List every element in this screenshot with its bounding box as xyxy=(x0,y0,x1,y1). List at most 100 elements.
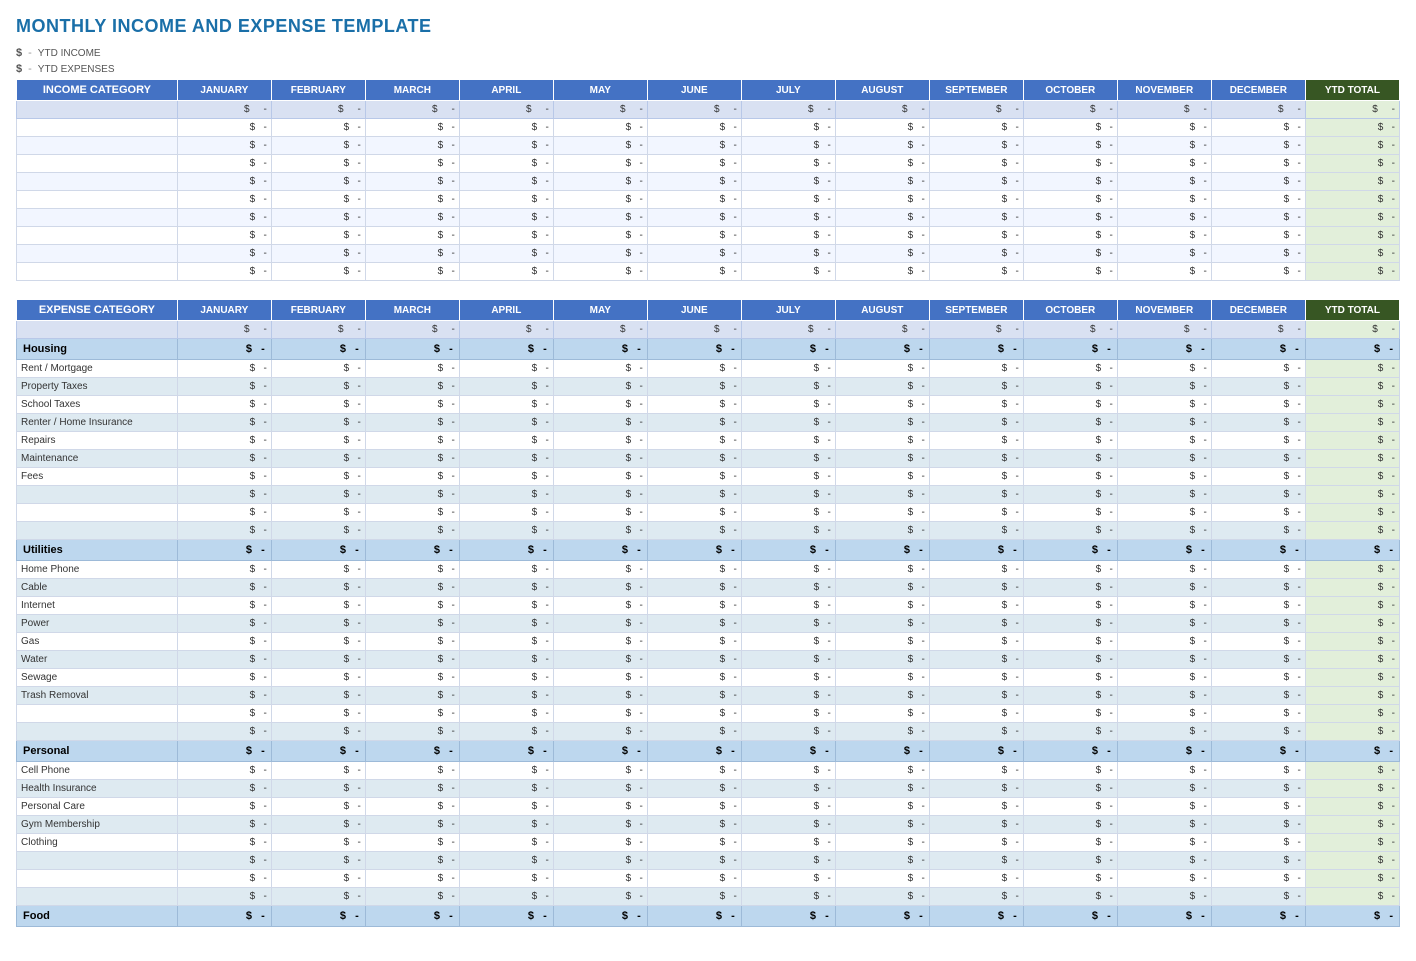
income-val-cell[interactable]: $ - xyxy=(1211,263,1305,281)
expense-cat-cell[interactable]: Clothing xyxy=(17,834,178,852)
expense-ytd-cell[interactable]: $ - xyxy=(1305,816,1399,834)
expense-val-cell[interactable]: $ - xyxy=(1117,705,1211,723)
expense-val-cell[interactable]: $ - xyxy=(929,852,1023,870)
expense-val-cell[interactable]: $ - xyxy=(1211,561,1305,579)
expense-val-cell[interactable]: $ - xyxy=(553,615,647,633)
expense-val-cell[interactable]: $ - xyxy=(741,561,835,579)
expense-val-cell[interactable]: $ - xyxy=(1117,414,1211,432)
expense-val-cell[interactable]: $ - xyxy=(365,705,459,723)
income-val-cell[interactable]: $ - xyxy=(741,191,835,209)
expense-val-cell[interactable]: $ - xyxy=(741,798,835,816)
expense-val-cell[interactable]: $ - xyxy=(553,360,647,378)
expense-ytd-cell[interactable]: $ - xyxy=(1305,561,1399,579)
expense-val-cell[interactable]: $ - xyxy=(271,615,365,633)
income-val-cell[interactable]: $ - xyxy=(1023,137,1117,155)
expense-val-cell[interactable]: $ - xyxy=(553,378,647,396)
income-val-cell[interactable]: $ - xyxy=(1211,227,1305,245)
expense-val-cell[interactable]: $ - xyxy=(177,870,271,888)
expense-val-cell[interactable]: $ - xyxy=(271,597,365,615)
income-val-cell[interactable]: $ - xyxy=(647,155,741,173)
expense-val-cell[interactable]: $ - xyxy=(553,687,647,705)
income-val-cell[interactable]: $ - xyxy=(271,155,365,173)
income-val-cell[interactable]: $ - xyxy=(365,191,459,209)
income-val-cell[interactable]: $ - xyxy=(647,191,741,209)
expense-val-cell[interactable]: $ - xyxy=(365,378,459,396)
expense-val-cell[interactable]: $ - xyxy=(459,888,553,906)
income-val-cell[interactable]: $ - xyxy=(741,155,835,173)
expense-val-cell[interactable]: $ - xyxy=(929,378,1023,396)
expense-val-cell[interactable]: $ - xyxy=(365,396,459,414)
expense-val-cell[interactable]: $ - xyxy=(929,723,1023,741)
expense-val-cell[interactable]: $ - xyxy=(929,468,1023,486)
expense-val-cell[interactable]: $ - xyxy=(741,834,835,852)
income-val-cell[interactable]: $ - xyxy=(647,137,741,155)
expense-val-cell[interactable]: $ - xyxy=(835,522,929,540)
income-val-cell[interactable]: $ - xyxy=(459,155,553,173)
income-val-cell[interactable]: $ - xyxy=(835,119,929,137)
expense-cat-cell[interactable] xyxy=(17,852,178,870)
income-val-cell[interactable]: $ - xyxy=(271,263,365,281)
expense-val-cell[interactable]: $ - xyxy=(553,432,647,450)
expense-val-cell[interactable]: $ - xyxy=(553,780,647,798)
income-val-cell[interactable]: $ - xyxy=(271,119,365,137)
expense-val-cell[interactable]: $ - xyxy=(459,504,553,522)
expense-val-cell[interactable]: $ - xyxy=(177,486,271,504)
expense-ytd-cell[interactable]: $ - xyxy=(1305,780,1399,798)
expense-val-cell[interactable]: $ - xyxy=(647,834,741,852)
expense-val-cell[interactable]: $ - xyxy=(459,798,553,816)
income-val-cell[interactable]: $ - xyxy=(929,119,1023,137)
expense-cat-cell[interactable]: Cable xyxy=(17,579,178,597)
expense-val-cell[interactable]: $ - xyxy=(271,780,365,798)
expense-val-cell[interactable]: $ - xyxy=(835,579,929,597)
expense-val-cell[interactable]: $ - xyxy=(647,486,741,504)
income-val-cell[interactable]: $ - xyxy=(1117,173,1211,191)
expense-val-cell[interactable]: $ - xyxy=(1023,561,1117,579)
expense-val-cell[interactable]: $ - xyxy=(271,579,365,597)
income-val-cell[interactable]: $ - xyxy=(459,263,553,281)
expense-val-cell[interactable]: $ - xyxy=(647,651,741,669)
income-val-cell[interactable]: $ - xyxy=(741,173,835,191)
income-cat-cell[interactable] xyxy=(17,119,178,137)
income-val-cell[interactable]: $ - xyxy=(271,137,365,155)
expense-val-cell[interactable]: $ - xyxy=(1211,669,1305,687)
expense-val-cell[interactable]: $ - xyxy=(647,687,741,705)
income-ytd-cell[interactable]: $ - xyxy=(1305,245,1399,263)
expense-val-cell[interactable]: $ - xyxy=(835,486,929,504)
expense-val-cell[interactable]: $ - xyxy=(459,414,553,432)
income-ytd-cell[interactable]: $ - xyxy=(1305,191,1399,209)
income-val-cell[interactable]: $ - xyxy=(1211,137,1305,155)
expense-val-cell[interactable]: $ - xyxy=(177,360,271,378)
expense-val-cell[interactable]: $ - xyxy=(1211,486,1305,504)
income-val-cell[interactable]: $ - xyxy=(741,137,835,155)
expense-val-cell[interactable]: $ - xyxy=(271,870,365,888)
expense-val-cell[interactable]: $ - xyxy=(1023,522,1117,540)
expense-cat-cell[interactable]: Renter / Home Insurance xyxy=(17,414,178,432)
expense-val-cell[interactable]: $ - xyxy=(459,834,553,852)
expense-val-cell[interactable]: $ - xyxy=(177,633,271,651)
expense-val-cell[interactable]: $ - xyxy=(741,888,835,906)
expense-ytd-cell[interactable]: $ - xyxy=(1305,396,1399,414)
expense-val-cell[interactable]: $ - xyxy=(835,378,929,396)
expense-val-cell[interactable]: $ - xyxy=(177,780,271,798)
expense-val-cell[interactable]: $ - xyxy=(271,816,365,834)
expense-val-cell[interactable]: $ - xyxy=(177,816,271,834)
expense-val-cell[interactable]: $ - xyxy=(741,468,835,486)
expense-ytd-cell[interactable]: $ - xyxy=(1305,669,1399,687)
income-val-cell[interactable]: $ - xyxy=(271,227,365,245)
income-val-cell[interactable]: $ - xyxy=(271,209,365,227)
expense-val-cell[interactable]: $ - xyxy=(365,798,459,816)
expense-val-cell[interactable]: $ - xyxy=(177,396,271,414)
income-val-cell[interactable]: $ - xyxy=(1211,209,1305,227)
income-val-cell[interactable]: $ - xyxy=(1211,119,1305,137)
income-val-cell[interactable]: $ - xyxy=(835,155,929,173)
expense-val-cell[interactable]: $ - xyxy=(1117,798,1211,816)
expense-val-cell[interactable]: $ - xyxy=(647,870,741,888)
expense-cat-cell[interactable] xyxy=(17,723,178,741)
expense-val-cell[interactable]: $ - xyxy=(1211,597,1305,615)
expense-val-cell[interactable]: $ - xyxy=(177,723,271,741)
expense-cat-cell[interactable] xyxy=(17,522,178,540)
income-val-cell[interactable]: $ - xyxy=(835,191,929,209)
income-val-cell[interactable]: $ - xyxy=(1211,191,1305,209)
income-val-cell[interactable]: $ - xyxy=(1117,227,1211,245)
expense-val-cell[interactable]: $ - xyxy=(271,633,365,651)
